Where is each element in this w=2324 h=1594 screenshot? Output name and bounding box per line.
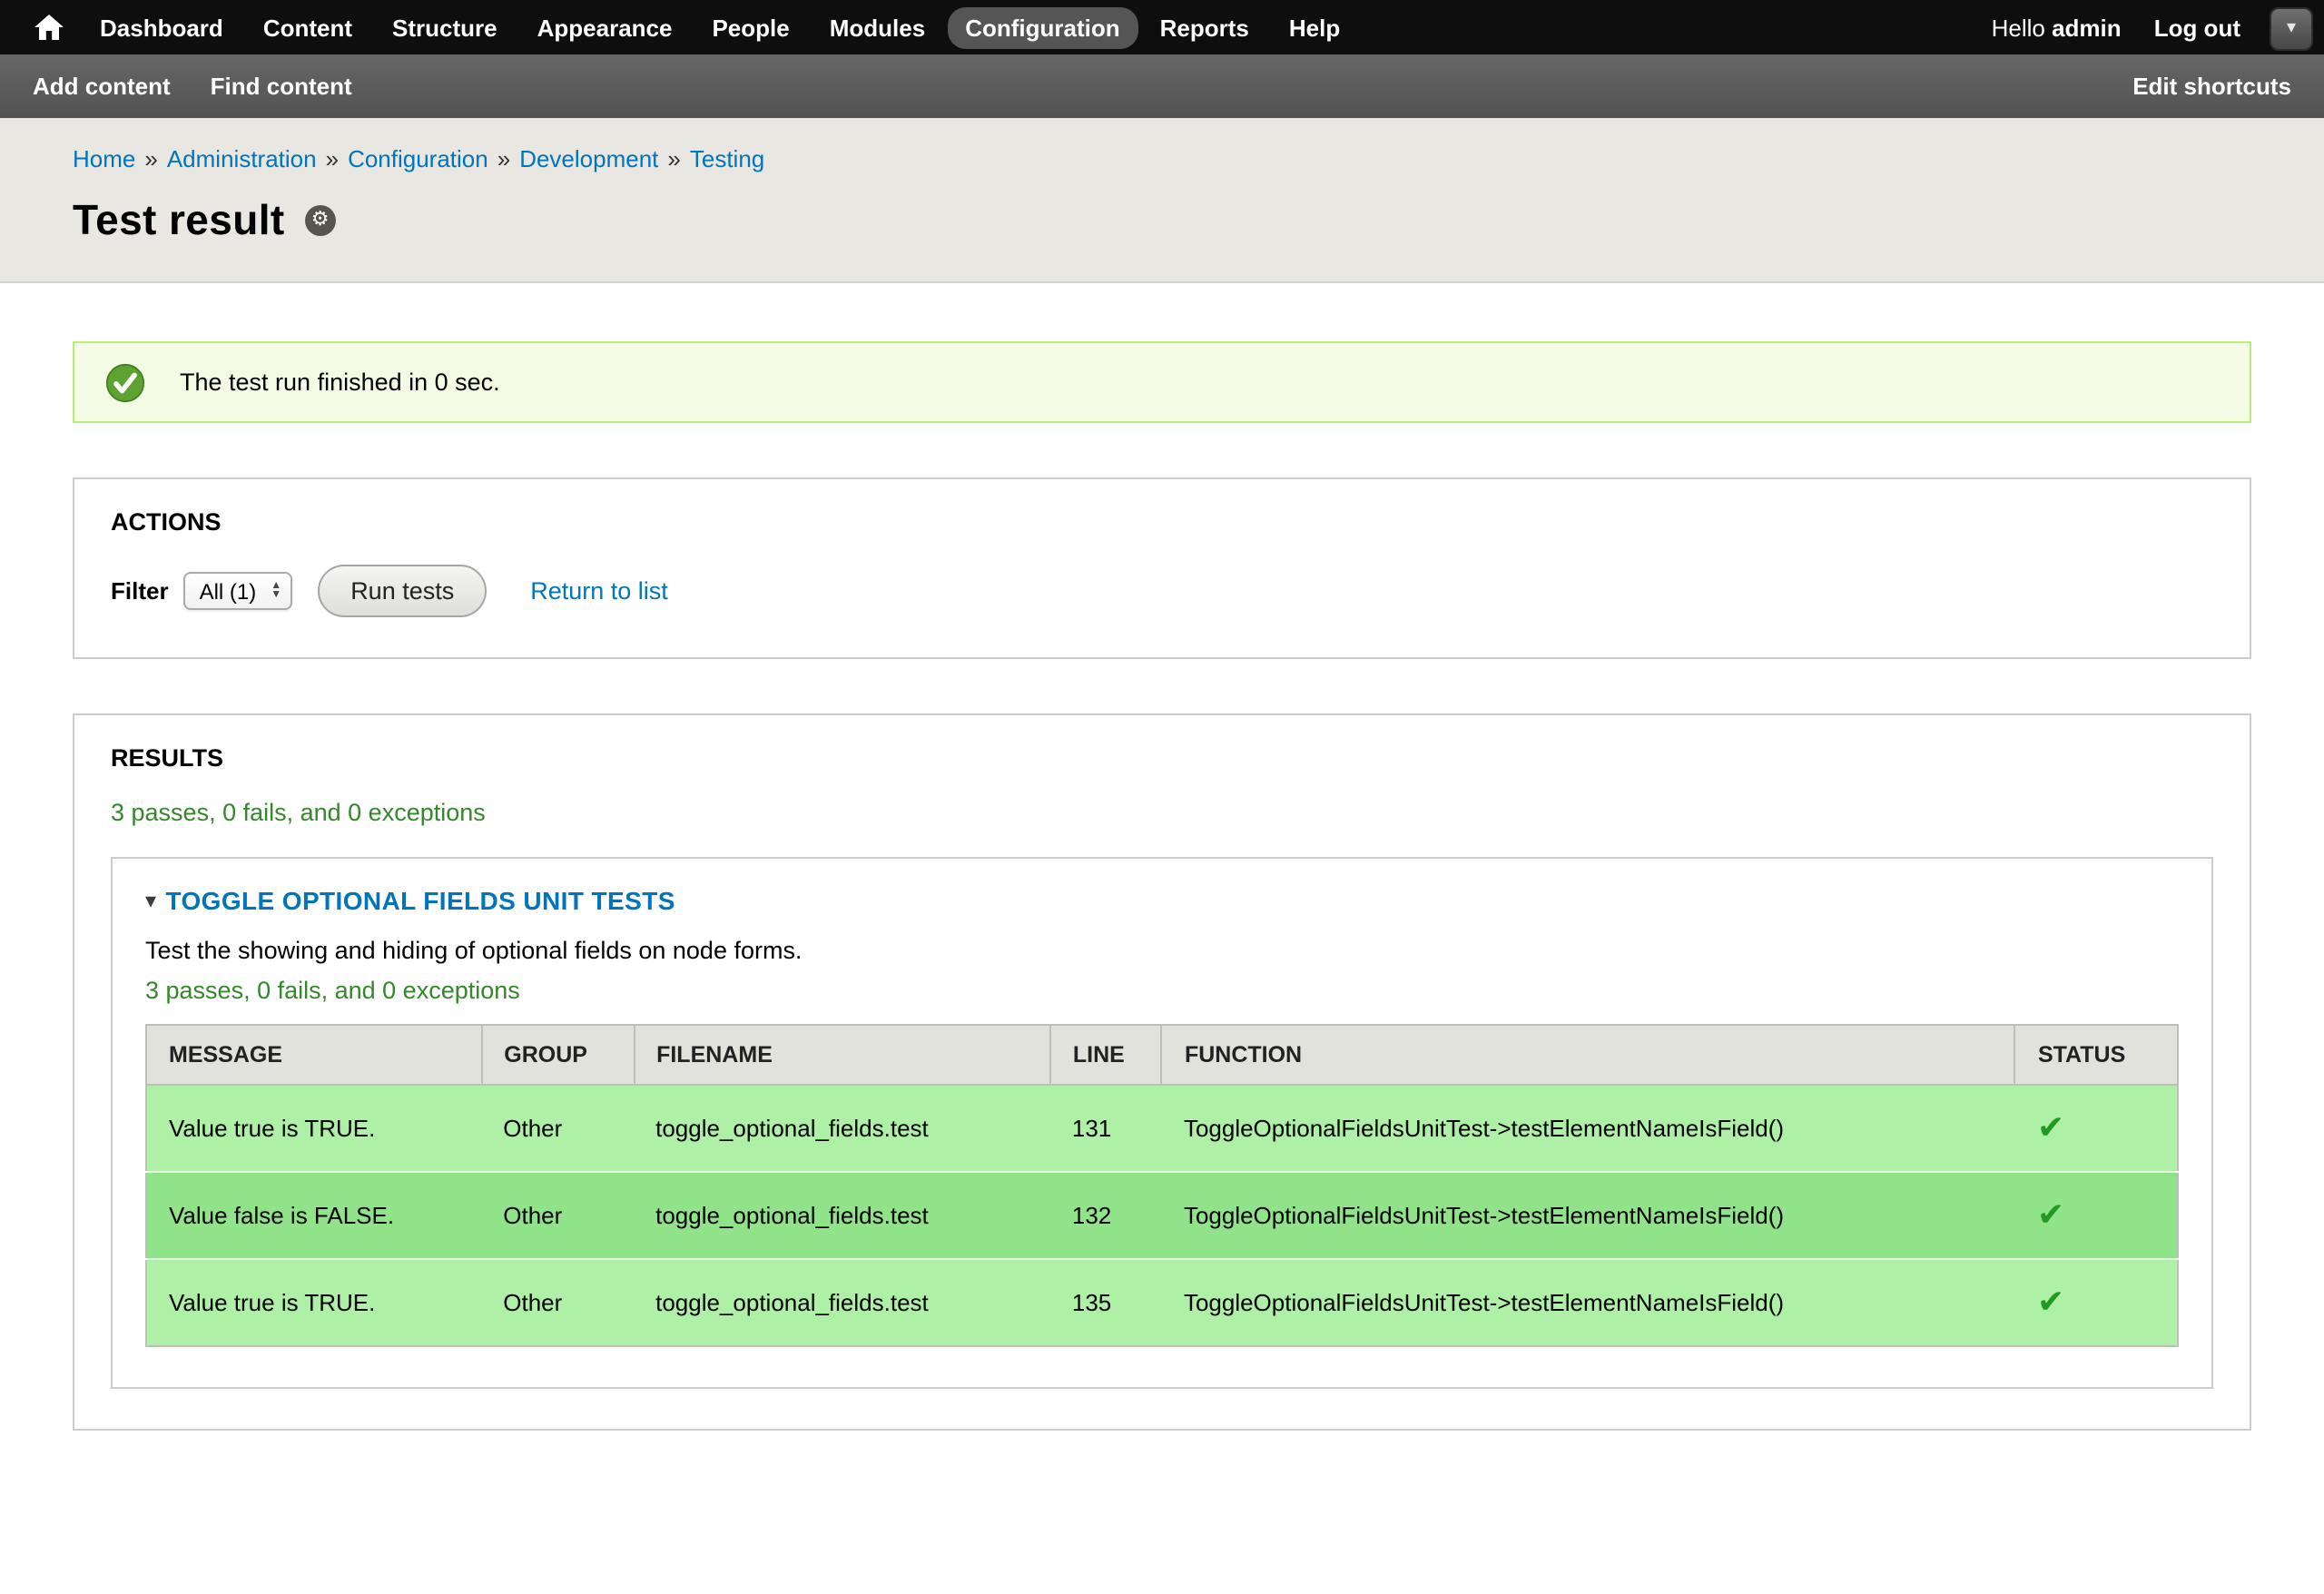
- results-summary: 3 passes, 0 fails, and 0 exceptions: [111, 799, 2213, 826]
- cell-line: 132: [1050, 1172, 1162, 1259]
- chevron-down-icon: ▾: [2287, 20, 2296, 38]
- actions-legend: ACTIONS: [111, 508, 2213, 536]
- shortcut-find-content[interactable]: Find content: [211, 73, 352, 100]
- toolbar-item-modules[interactable]: Modules: [812, 6, 943, 48]
- contextual-gear-button[interactable]: ⚙: [305, 205, 336, 236]
- cell-function: ToggleOptionalFieldsUnitTest->testElemen…: [1162, 1172, 2015, 1259]
- breadcrumb-separator: »: [667, 145, 680, 172]
- breadcrumb-development[interactable]: Development: [519, 145, 658, 172]
- toolbar-item-reports[interactable]: Reports: [1142, 6, 1267, 48]
- return-to-list-link[interactable]: Return to list: [530, 577, 668, 605]
- filter-label: Filter: [111, 577, 169, 605]
- cell-filename: toggle_optional_fields.test: [634, 1172, 1050, 1259]
- page: Dashboard Content Structure Appearance P…: [0, 0, 2324, 1594]
- username: admin: [2052, 14, 2122, 41]
- breadcrumb-separator: »: [497, 145, 510, 172]
- toolbar-item-configuration[interactable]: Configuration: [947, 6, 1137, 48]
- toolbar-item-structure[interactable]: Structure: [374, 6, 516, 48]
- breadcrumb-separator: »: [144, 145, 157, 172]
- col-header-function: FUNCTION: [1162, 1025, 2015, 1085]
- select-down-icon: ▼: [271, 591, 281, 600]
- breadcrumb-home[interactable]: Home: [73, 145, 135, 172]
- toolbar-item-appearance[interactable]: Appearance: [519, 6, 691, 48]
- status-ok-icon: [105, 362, 145, 402]
- table-row: Value true is TRUE. Other toggle_optiona…: [146, 1259, 2178, 1346]
- cell-message: Value true is TRUE.: [146, 1085, 481, 1172]
- actions-row: Filter All (1) ▲▼ Run tests Return to li…: [111, 565, 2213, 617]
- results-table: MESSAGE GROUP FILENAME LINE FUNCTION STA…: [145, 1024, 2179, 1347]
- pass-check-icon: ✔: [2037, 1196, 2064, 1233]
- cell-message: Value true is TRUE.: [146, 1259, 481, 1346]
- col-header-line: LINE: [1050, 1025, 1162, 1085]
- test-group-toggle[interactable]: ▾ TOGGLE OPTIONAL FIELDS UNIT TESTS: [145, 886, 675, 915]
- results-table-body: Value true is TRUE. Other toggle_optiona…: [146, 1085, 2178, 1346]
- test-group-description: Test the showing and hiding of optional …: [145, 937, 2179, 964]
- toolbar-item-dashboard[interactable]: Dashboard: [82, 6, 241, 48]
- filter-select[interactable]: All (1) ▲▼: [183, 572, 293, 610]
- greeting-prefix: Hello: [1992, 14, 2053, 41]
- status-message-text: The test run finished in 0 sec.: [180, 369, 500, 396]
- title-row: Test result ⚙: [73, 196, 2251, 245]
- cell-status: ✔: [2015, 1085, 2178, 1172]
- cell-filename: toggle_optional_fields.test: [634, 1259, 1050, 1346]
- cell-group: Other: [481, 1085, 634, 1172]
- test-group-fieldset: ▾ TOGGLE OPTIONAL FIELDS UNIT TESTS Test…: [111, 857, 2213, 1389]
- test-group-summary: 3 passes, 0 fails, and 0 exceptions: [145, 977, 2179, 1004]
- select-arrows-icon: ▲▼: [271, 582, 281, 600]
- collapse-caret-icon: ▾: [145, 888, 156, 913]
- breadcrumb-testing[interactable]: Testing: [690, 145, 764, 172]
- results-fieldset: RESULTS 3 passes, 0 fails, and 0 excepti…: [73, 713, 2251, 1431]
- cell-message: Value false is FALSE.: [146, 1172, 481, 1259]
- cell-line: 131: [1050, 1085, 1162, 1172]
- run-tests-button[interactable]: Run tests: [318, 565, 487, 617]
- breadcrumb-separator: »: [326, 145, 339, 172]
- toolbar-item-help[interactable]: Help: [1271, 6, 1358, 48]
- col-header-status: STATUS: [2015, 1025, 2178, 1085]
- pass-check-icon: ✔: [2037, 1284, 2064, 1320]
- page-header: Home » Administration » Configuration » Develo…: [0, 118, 2324, 283]
- results-table-head: MESSAGE GROUP FILENAME LINE FUNCTION STA…: [146, 1025, 2178, 1085]
- table-row: Value true is TRUE. Other toggle_optiona…: [146, 1085, 2178, 1172]
- toolbar-item-people[interactable]: People: [694, 6, 807, 48]
- filter-select-value: All (1): [200, 578, 257, 604]
- admin-toolbar: Dashboard Content Structure Appearance P…: [0, 0, 2324, 54]
- breadcrumb-administration[interactable]: Administration: [167, 145, 317, 172]
- shortcut-add-content[interactable]: Add content: [33, 73, 171, 100]
- breadcrumb: Home » Administration » Configuration » Develo…: [73, 145, 2251, 172]
- toolbar-toggle-button[interactable]: ▾: [2270, 7, 2313, 51]
- cell-status: ✔: [2015, 1172, 2178, 1259]
- status-message: The test run finished in 0 sec.: [73, 341, 2251, 423]
- user-greeting: Hello admin: [1992, 14, 2122, 41]
- toolbar-item-content[interactable]: Content: [245, 6, 370, 48]
- results-legend: RESULTS: [111, 744, 2213, 772]
- home-icon[interactable]: [18, 15, 80, 40]
- cell-function: ToggleOptionalFieldsUnitTest->testElemen…: [1162, 1085, 2015, 1172]
- edit-shortcuts-link[interactable]: Edit shortcuts: [2132, 73, 2291, 100]
- home-icon-glyph: [34, 15, 64, 40]
- gear-icon: ⚙: [311, 211, 330, 231]
- col-header-filename: FILENAME: [634, 1025, 1050, 1085]
- cell-group: Other: [481, 1172, 634, 1259]
- table-header-row: MESSAGE GROUP FILENAME LINE FUNCTION STA…: [146, 1025, 2178, 1085]
- actions-fieldset: ACTIONS Filter All (1) ▲▼ Run tests Retu…: [73, 477, 2251, 659]
- main-content: The test run finished in 0 sec. ACTIONS …: [0, 283, 2324, 1594]
- cell-group: Other: [481, 1259, 634, 1346]
- pass-check-icon: ✔: [2037, 1109, 2064, 1146]
- cell-function: ToggleOptionalFieldsUnitTest->testElemen…: [1162, 1259, 2015, 1346]
- table-row: Value false is FALSE. Other toggle_optio…: [146, 1172, 2178, 1259]
- logout-link[interactable]: Log out: [2154, 14, 2240, 41]
- cell-filename: toggle_optional_fields.test: [634, 1085, 1050, 1172]
- toolbar-user-area: Hello admin Log out: [1992, 14, 2306, 41]
- cell-status: ✔: [2015, 1259, 2178, 1346]
- breadcrumb-configuration[interactable]: Configuration: [348, 145, 488, 172]
- page-title: Test result: [73, 196, 285, 245]
- test-group-title: TOGGLE OPTIONAL FIELDS UNIT TESTS: [165, 886, 675, 915]
- cell-line: 135: [1050, 1259, 1162, 1346]
- shortcut-bar: Add content Find content Edit shortcuts: [0, 54, 2324, 118]
- col-header-group: GROUP: [481, 1025, 634, 1085]
- col-header-message: MESSAGE: [146, 1025, 481, 1085]
